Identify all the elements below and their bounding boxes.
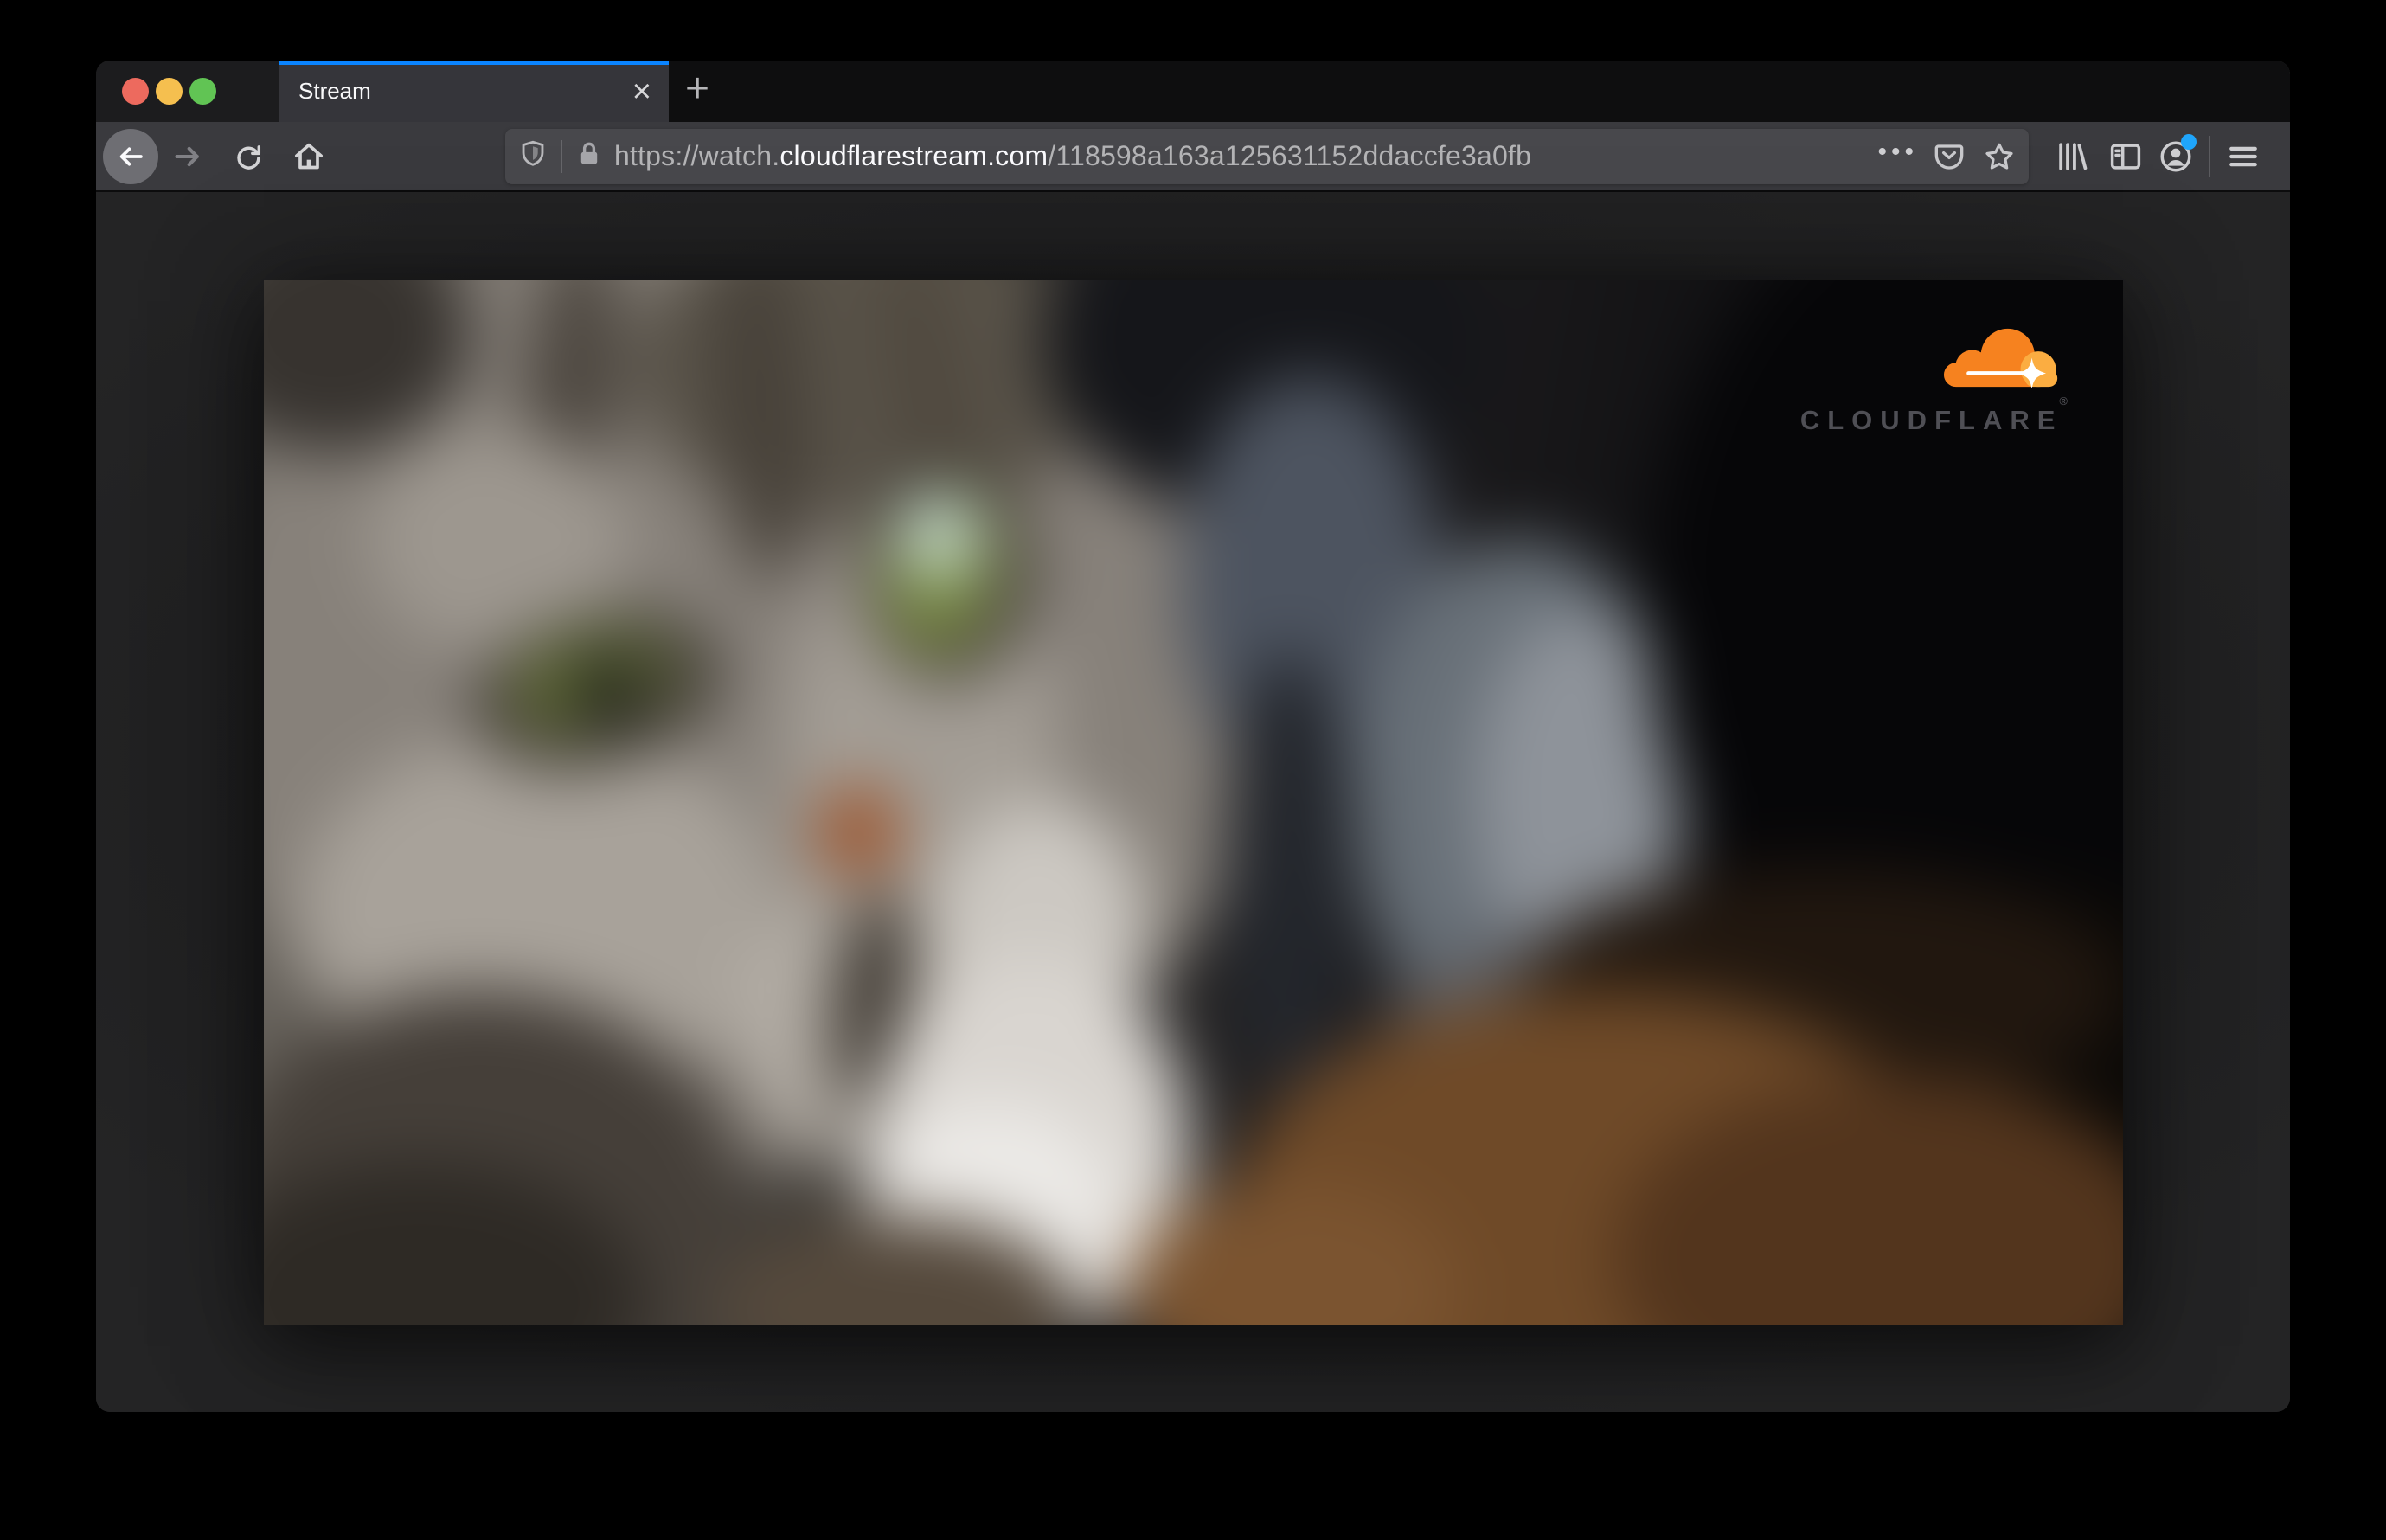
tab-close-icon[interactable]: ×	[632, 75, 651, 108]
hamburger-menu-button[interactable]	[2224, 138, 2262, 176]
back-button[interactable]	[103, 128, 158, 184]
url-bar[interactable]: https://watch.cloudflarestream.com/11859…	[505, 128, 2029, 184]
star-icon	[1985, 143, 2013, 170]
library-icon	[2059, 142, 2088, 170]
cloudflare-wordmark: CLOUDFLARE®	[1799, 395, 2068, 435]
back-arrow-icon	[119, 146, 143, 166]
page-content-area: CLOUDFLARE®	[96, 192, 2290, 1412]
forward-button[interactable]	[170, 139, 205, 174]
window-controls	[96, 61, 279, 122]
sidebar-icon	[2110, 143, 2141, 170]
tracking-protection-shield-icon[interactable]	[517, 138, 548, 174]
window-zoom-button[interactable]	[189, 78, 216, 105]
browser-window: Stream × + https://watch.cloudflarestrea…	[96, 61, 2290, 1412]
page-actions-icon[interactable]: •••	[1877, 138, 1918, 174]
https-lock-icon[interactable]	[574, 139, 604, 173]
library-button[interactable]	[2053, 138, 2091, 176]
new-tab-button[interactable]: +	[669, 61, 726, 122]
cloudflare-cloud-icon	[1943, 328, 2058, 388]
navigation-toolbar: https://watch.cloudflarestream.com/11859…	[96, 122, 2290, 192]
forward-arrow-icon	[175, 146, 199, 166]
url-domain: cloudflarestream.com	[779, 140, 1049, 171]
pocket-icon	[1934, 144, 1964, 170]
home-icon	[295, 143, 323, 169]
active-tab-accent-line	[279, 61, 669, 65]
cloudflare-watermark: CLOUDFLARE®	[1800, 320, 2068, 436]
account-notification-dot	[2181, 133, 2197, 150]
video-frame-blurred-cat	[264, 280, 2123, 1325]
home-button[interactable]	[292, 139, 326, 174]
tab-bar: Stream × +	[96, 61, 2290, 122]
url-text[interactable]: https://watch.cloudflarestream.com/11859…	[614, 140, 1877, 172]
reload-icon	[237, 144, 261, 170]
desktop-background: { "browser": { "window_controls": [ {"na…	[0, 0, 2386, 1540]
pocket-button[interactable]	[1932, 139, 1966, 174]
urlbar-separator	[561, 139, 562, 173]
hamburger-menu-icon	[2229, 146, 2257, 166]
account-button[interactable]	[2157, 133, 2197, 176]
tab-bar-filler	[726, 61, 2290, 122]
video-player[interactable]: CLOUDFLARE®	[264, 280, 2123, 1325]
toolbar-separator	[2209, 135, 2210, 177]
reload-button[interactable]	[231, 139, 266, 174]
window-close-button[interactable]	[122, 78, 149, 105]
bookmark-star-button[interactable]	[1982, 139, 2017, 174]
registered-trademark: ®	[2059, 395, 2068, 407]
window-minimize-button[interactable]	[156, 78, 183, 105]
sidebar-toggle-button[interactable]	[2107, 138, 2145, 176]
url-prefix: https://watch.	[614, 140, 780, 171]
url-path: /118598a163a125631152ddaccfe3a0fb	[1048, 140, 1532, 171]
tab-title: Stream	[298, 78, 371, 104]
cat-nose	[818, 786, 900, 877]
tab-stream[interactable]: Stream ×	[279, 61, 669, 122]
